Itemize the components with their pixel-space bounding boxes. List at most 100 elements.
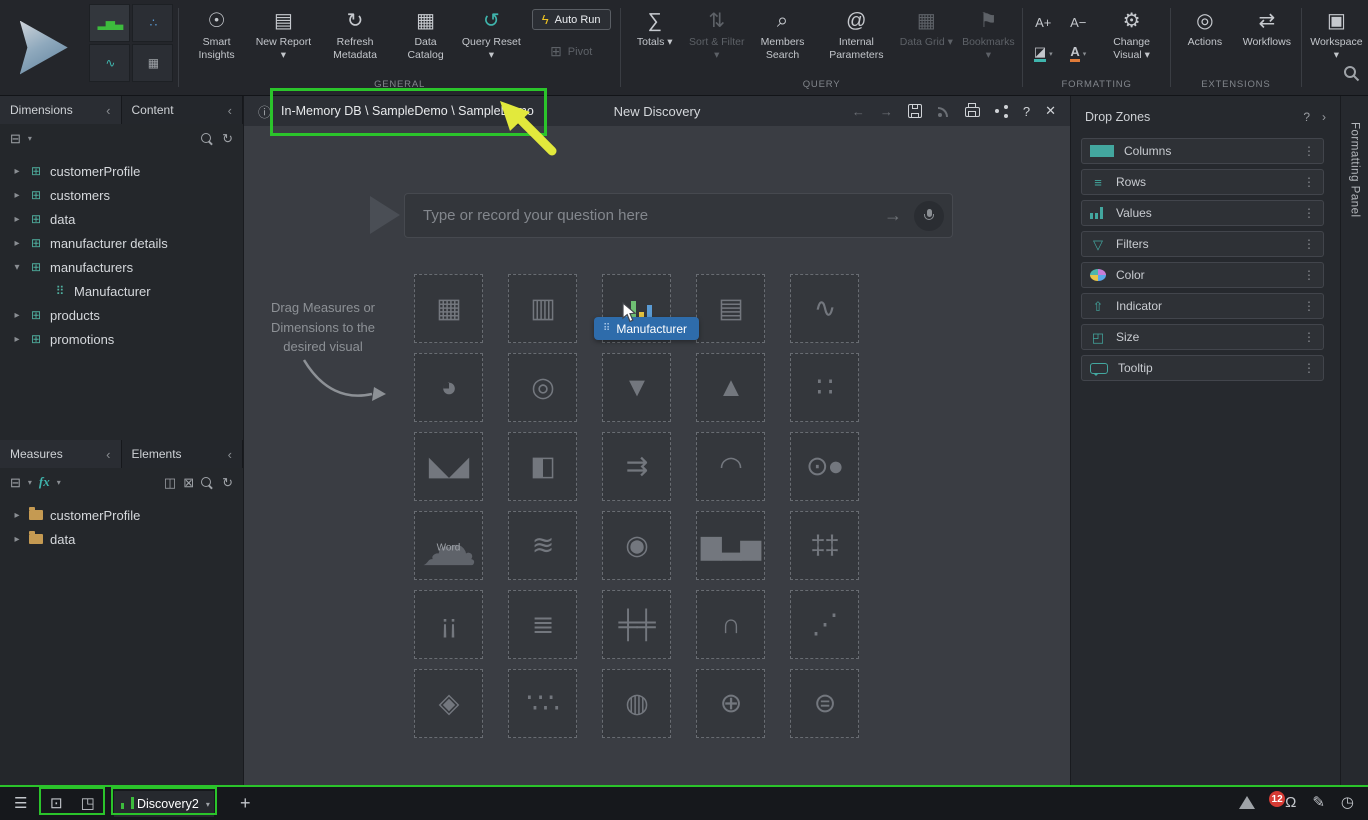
share-icon[interactable] [995, 105, 1008, 118]
pyramid-icon[interactable] [1239, 796, 1255, 809]
word-cloud-visual-icon[interactable]: ☁ Word [414, 511, 483, 580]
help-icon[interactable]: ? [1303, 110, 1310, 124]
refresh-icon[interactable]: ↻ [222, 132, 233, 145]
expander-icon[interactable]: ▸ [12, 534, 22, 545]
formatting-panel-strip[interactable]: Formatting Panel [1340, 96, 1368, 785]
tornado-visual-icon[interactable]: ≣ [508, 590, 577, 659]
annotate-icon[interactable]: ✎ [1312, 795, 1325, 810]
kebab-menu-icon[interactable]: ⋮ [1303, 206, 1315, 220]
tree-item-data[interactable]: ▸ ⊞ data [0, 207, 243, 231]
pivot-button[interactable]: ⊞ Pivot [550, 43, 592, 60]
bubble-map-visual-icon[interactable]: ◍ [602, 669, 671, 738]
tree-view-selector-icon[interactable]: ⊟ [10, 132, 21, 145]
tab-content[interactable]: Content ‹ [122, 96, 244, 124]
columns-visual-icon[interactable]: ▥ [508, 274, 577, 343]
print-icon[interactable] [965, 107, 980, 117]
tree-item-products[interactable]: ▸ ⊞ products [0, 303, 243, 327]
grid-view-toggle[interactable]: ▦ [132, 44, 173, 82]
spline-visual-icon[interactable]: ∩ [696, 590, 765, 659]
data-catalog-button[interactable]: ▦ Data Catalog [394, 0, 457, 61]
tab-elements[interactable]: Elements ‹ [122, 440, 244, 468]
tree-item-manufacturer[interactable]: ⠿ Manufacturer [0, 279, 243, 303]
chevron-right-icon[interactable]: › [1322, 110, 1326, 124]
kebab-menu-icon[interactable]: ⋮ [1303, 175, 1315, 189]
radar-visual-icon[interactable]: ◈ [414, 669, 483, 738]
sunburst-visual-icon[interactable]: ◉ [602, 511, 671, 580]
tree-item-data-folder[interactable]: ▸ data [0, 527, 243, 551]
back-icon[interactable]: ← [852, 104, 865, 119]
expander-icon[interactable]: ▸ [12, 310, 22, 321]
mic-button[interactable] [914, 201, 944, 231]
tree-item-customers[interactable]: ▸ ⊞ customers [0, 183, 243, 207]
font-color-button[interactable]: A ▾ [1060, 38, 1096, 69]
search-icon[interactable] [201, 477, 211, 487]
chevron-down-icon[interactable]: ▾ [28, 134, 32, 143]
expander-icon[interactable]: ▸ [12, 166, 22, 177]
tree-view-selector-icon[interactable]: ⊟ [10, 476, 21, 489]
tree-item-manufacturers[interactable]: ▾ ⊞ manufacturers [0, 255, 243, 279]
menu-icon[interactable]: ☰ [14, 796, 27, 811]
collapse-panel-icon[interactable]: ‹ [106, 103, 110, 118]
chevron-down-icon[interactable]: ▾ [28, 478, 32, 487]
new-report-button[interactable]: ▤ New Report ▾ [251, 0, 316, 61]
members-search-button[interactable]: ⌕ Members Search [748, 0, 818, 61]
layered-map-visual-icon[interactable]: ⊜ [790, 669, 859, 738]
dropzone-size[interactable]: ◰ Size ⋮ [1081, 324, 1324, 350]
refresh-icon[interactable]: ↻ [222, 476, 233, 489]
forward-icon[interactable]: → [880, 104, 893, 119]
bubble-cluster-visual-icon[interactable]: ⊙● [790, 432, 859, 501]
change-visual-button[interactable]: ⚙ Change Visual ▾ [1096, 0, 1167, 61]
expander-icon[interactable]: ▸ [12, 190, 22, 201]
dropzone-indicator[interactable]: ⇧ Indicator ⋮ [1081, 293, 1324, 319]
query-reset-button[interactable]: ↺ Query Reset ▾ [457, 0, 525, 61]
add-tab-button[interactable]: + [240, 794, 251, 812]
dropzone-color[interactable]: Color ⋮ [1081, 262, 1324, 288]
stream-visual-icon[interactable]: ≋ [508, 511, 577, 580]
app-logo[interactable] [0, 0, 87, 95]
area-chart-visual-icon[interactable]: ◣◢ [414, 432, 483, 501]
tab-measures[interactable]: Measures ‹ [0, 440, 122, 468]
dropzone-tooltip[interactable]: Tooltip ⋮ [1081, 355, 1324, 381]
gauge-visual-icon[interactable]: ◠ [696, 432, 765, 501]
expander-icon[interactable]: ▸ [12, 238, 22, 249]
bookmarks-button[interactable]: ⚑ Bookmarks ▾ [957, 0, 1019, 61]
treemap-visual-icon[interactable]: ◧ [508, 432, 577, 501]
kebab-menu-icon[interactable]: ⋮ [1303, 237, 1315, 251]
dropzone-rows[interactable]: ≡ Rows ⋮ [1081, 169, 1324, 195]
workflows-button[interactable]: ⇄ Workflows [1236, 0, 1298, 49]
tree-item-promotions[interactable]: ▸ ⊞ promotions [0, 327, 243, 351]
bar-chart-visual-icon[interactable]: ▤ [696, 274, 765, 343]
save-icon[interactable] [908, 104, 922, 118]
boxplot-visual-icon[interactable]: ╪╪ [602, 590, 671, 659]
drag-chip-manufacturer[interactable]: ⠿ Manufacturer [594, 317, 699, 340]
line-view-toggle[interactable]: ∿ [89, 44, 130, 82]
totals-button[interactable]: ∑ Totals ▾ [624, 0, 686, 61]
font-increase-button[interactable]: A+ [1026, 7, 1060, 38]
search-icon[interactable] [201, 133, 211, 143]
help-icon[interactable]: ? [1023, 104, 1030, 119]
lollipop-visual-icon[interactable]: ¡¡ [414, 590, 483, 659]
chevron-down-icon[interactable]: ▾ [57, 478, 61, 487]
font-decrease-button[interactable]: A− [1060, 7, 1096, 38]
expander-icon[interactable]: ▸ [12, 334, 22, 345]
kebab-menu-icon[interactable]: ⋮ [1303, 299, 1315, 313]
internal-parameters-button[interactable]: @ Internal Parameters [817, 0, 895, 61]
refresh-metadata-button[interactable]: ↻ Refresh Metadata [316, 0, 394, 61]
expander-icon[interactable]: ▸ [12, 214, 22, 225]
grid-filter-icon[interactable]: ◫ [164, 476, 176, 489]
line-chart-visual-icon[interactable]: ∿ [790, 274, 859, 343]
globe-map-visual-icon[interactable]: ⊕ [696, 669, 765, 738]
scatter-line-visual-icon[interactable]: ⋰ [790, 590, 859, 659]
kebab-menu-icon[interactable]: ⋮ [1303, 330, 1315, 344]
sort-filter-button[interactable]: ⇅ Sort & Filter ▾ [686, 0, 748, 61]
funnel-visual-icon[interactable]: ▼ [602, 353, 671, 422]
grid-clear-icon[interactable]: ⊠ [183, 476, 194, 489]
kebab-menu-icon[interactable]: ⋮ [1303, 361, 1315, 375]
tree-item-customerprofile-folder[interactable]: ▸ customerProfile [0, 503, 243, 527]
fill-color-button[interactable]: ◪ ▾ [1026, 38, 1060, 69]
dropzone-columns[interactable]: Columns ⋮ [1081, 138, 1324, 164]
grid-visual-icon[interactable]: ▦ [414, 274, 483, 343]
smart-insights-button[interactable]: ☉ Smart Insights [182, 0, 250, 61]
candlestick-visual-icon[interactable]: ‡‡ [790, 511, 859, 580]
alerts-icon[interactable]: 12 Ω [1285, 794, 1296, 811]
